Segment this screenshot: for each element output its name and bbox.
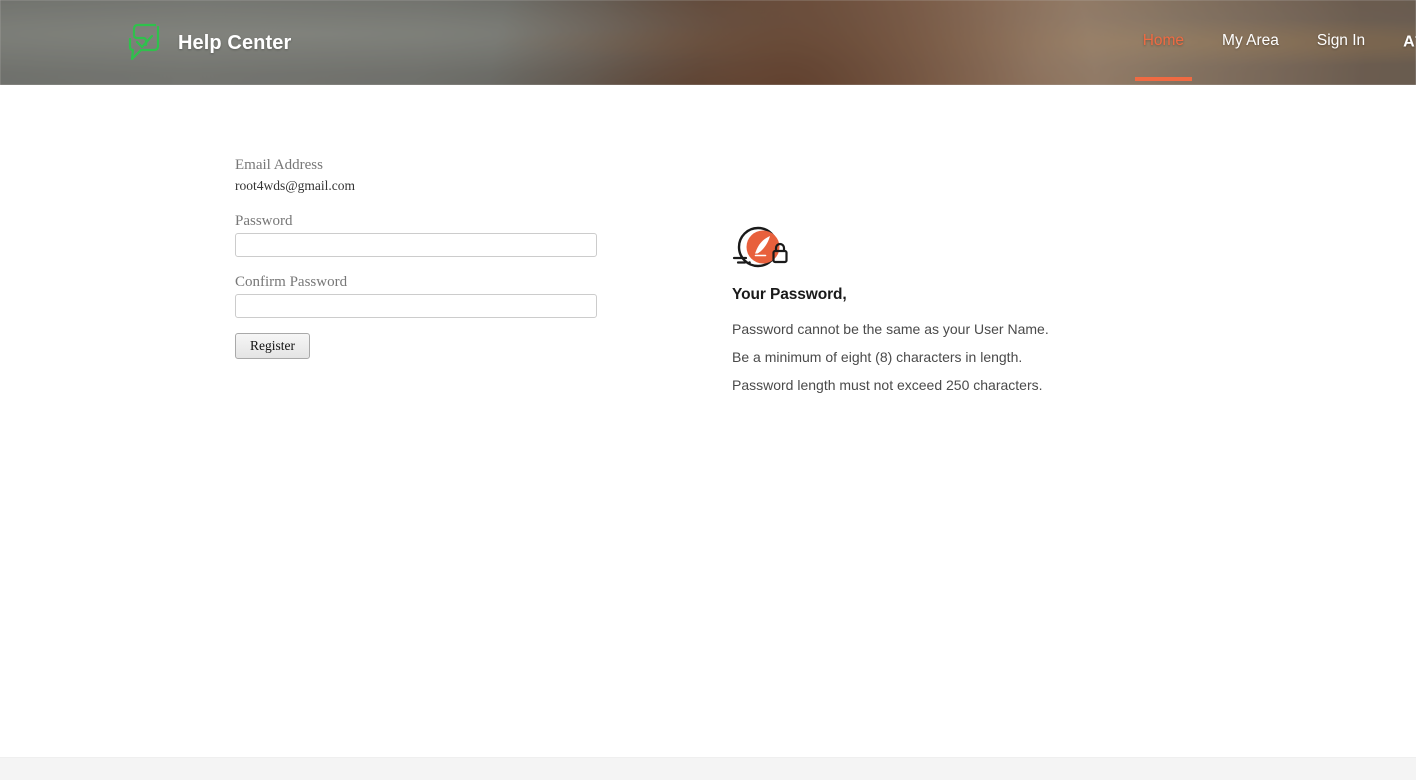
site-footer	[0, 757, 1416, 780]
register-button[interactable]: Register	[235, 333, 310, 359]
speech-bubble-check-icon	[128, 23, 160, 61]
nav-item-home[interactable]: Home	[1124, 0, 1203, 85]
registration-form: Email Address root4wds@gmail.com Passwor…	[235, 155, 597, 359]
password-label: Password	[235, 213, 293, 229]
main-navigation: Home My Area Sign In A+	[1124, 0, 1416, 85]
email-address-label: Email Address	[235, 157, 323, 173]
nav-item-my-area-label: My Area	[1222, 32, 1279, 49]
password-info-heading: Your Password,	[732, 286, 847, 303]
site-header: Help Center Home My Area Sign In A+	[0, 0, 1416, 85]
header-inner: Help Center Home My Area Sign In A+	[0, 0, 1416, 85]
confirm-password-input[interactable]	[235, 294, 597, 318]
password-rule-1: Password cannot be the same as your User…	[732, 321, 1049, 337]
password-rule-3: Password length must not exceed 250 char…	[732, 377, 1043, 393]
brand-title: Help Center	[178, 31, 292, 54]
nav-item-home-label: Home	[1142, 32, 1185, 49]
nav-active-underline	[1134, 77, 1193, 81]
password-input[interactable]	[235, 233, 597, 257]
nav-item-sign-in[interactable]: Sign In	[1298, 0, 1384, 85]
nav-item-sign-in-label: Sign In	[1316, 32, 1366, 49]
confirm-password-label: Confirm Password	[235, 274, 348, 290]
brand-link[interactable]: Help Center	[128, 22, 291, 64]
increase-text-size-icon[interactable]: A+	[1384, 0, 1416, 85]
password-info-panel: Your Password, Password cannot be the sa…	[732, 225, 1162, 394]
password-rule-2: Be a minimum of eight (8) characters in …	[732, 349, 1023, 365]
text-size-letter: A	[1403, 33, 1415, 51]
main-content: Email Address root4wds@gmail.com Passwor…	[0, 85, 1416, 758]
nav-item-my-area[interactable]: My Area	[1203, 0, 1298, 85]
email-address-value: root4wds@gmail.com	[235, 178, 356, 193]
password-quill-lock-icon	[732, 226, 788, 268]
